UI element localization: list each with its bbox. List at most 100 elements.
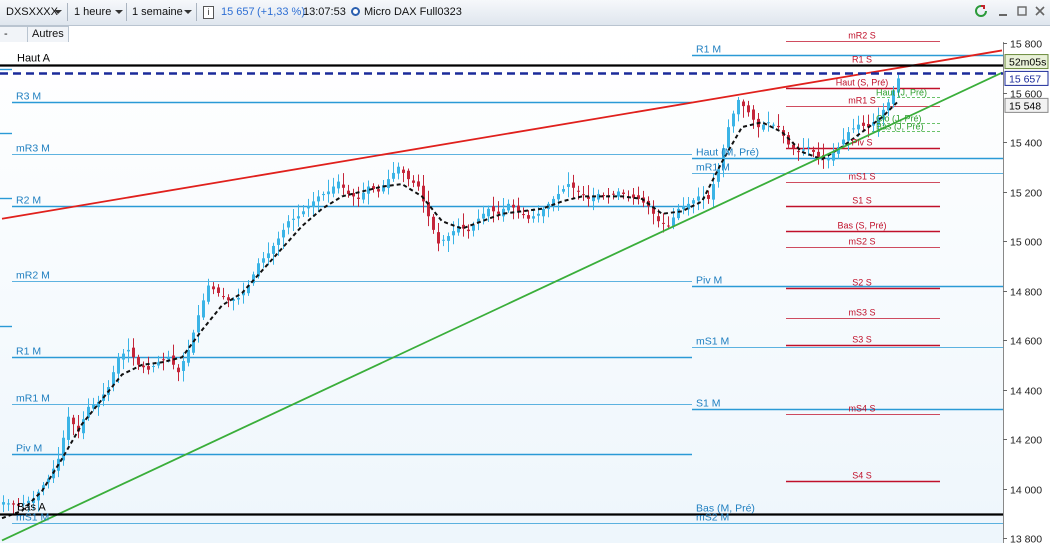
candle-body (627, 196, 630, 198)
candle-body (752, 109, 755, 120)
maximize-icon[interactable] (1016, 5, 1028, 17)
candle-body (707, 195, 710, 199)
chevron-down-icon[interactable] (115, 10, 123, 14)
candle-body (272, 245, 275, 254)
candle-body (297, 216, 300, 219)
candle-body (507, 203, 510, 211)
candle-body (547, 203, 550, 210)
interval-selector[interactable]: 1 heure (74, 4, 111, 20)
candle-body (717, 169, 720, 182)
candle-body (367, 186, 370, 194)
candle-body (252, 274, 255, 284)
range-selector[interactable]: 1 semaine (132, 4, 183, 20)
minimize-icon[interactable] (997, 5, 1009, 17)
candle-body (192, 332, 195, 353)
info-icon[interactable]: i (203, 6, 214, 19)
monthly-level-label: R2 M (16, 195, 41, 207)
candle-body (57, 458, 60, 471)
candle-body (677, 208, 680, 219)
candle-body (67, 416, 70, 440)
candle-body (202, 300, 205, 318)
weekly-level-label: S4 S (852, 471, 872, 481)
level-badge-box (1004, 97, 1049, 113)
candle-body (102, 394, 105, 401)
candle-body (97, 401, 100, 408)
candle-body (317, 196, 320, 202)
candle-body (237, 297, 240, 300)
weekly-level-label: mS1 S (848, 172, 875, 182)
daily-level-label: Clo (J, Pré) (876, 114, 922, 124)
candle-body (667, 225, 670, 227)
candle-body (482, 213, 485, 219)
candle-body (457, 226, 460, 233)
monthly-level-label: Piv M (16, 443, 42, 455)
y-tick-label: 14 200 (1010, 435, 1042, 447)
candle-body (557, 193, 560, 200)
support-trend-line (1, 71, 1003, 542)
monthly-level-label: S1 M (696, 398, 721, 410)
monthly-level-label: R1 M (16, 346, 41, 358)
candle-body (847, 132, 850, 141)
divider (126, 3, 127, 21)
candle-body (592, 196, 595, 202)
weekly-level-label: mR1 S (848, 96, 876, 106)
resistance-trend-line (1, 49, 1003, 220)
monthly-level-label: mS1 M (696, 336, 729, 348)
candle-body (172, 355, 175, 365)
candle-body (517, 205, 520, 212)
refresh-icon[interactable] (975, 5, 987, 17)
divider (196, 3, 197, 21)
candle-body (487, 208, 490, 217)
chevron-down-icon[interactable] (54, 10, 62, 14)
candle-body (637, 195, 640, 199)
candle-body (812, 149, 815, 152)
monthly-level-label: mR2 M (16, 270, 50, 282)
candle-body (817, 151, 820, 157)
tab-heikin-ashi[interactable]: -Ashi (0, 26, 31, 55)
candle-body (277, 238, 280, 245)
candle-body (452, 231, 455, 236)
candle-body (162, 359, 165, 361)
monthly-level-label: mS1 M (16, 512, 49, 524)
candle-body (137, 356, 140, 365)
weekly-level-label: mS3 S (848, 308, 875, 318)
candle-body (47, 478, 50, 483)
y-tick-label: 15 400 (1010, 138, 1042, 150)
last-price: 15 657 (221, 6, 255, 18)
candle-body (72, 417, 75, 425)
candle-body (582, 194, 585, 196)
candle-body (152, 365, 155, 367)
candle-body (757, 118, 760, 128)
instrument-icon (351, 7, 360, 16)
candle-body (242, 291, 245, 296)
candle-body (2, 502, 5, 505)
candle-body (187, 349, 190, 363)
daily-level-label: Bas (J, Pré) (876, 122, 924, 132)
candle-body (662, 222, 665, 224)
candle-body (52, 468, 55, 479)
candle-body (562, 189, 565, 192)
candle-body (177, 367, 180, 373)
candle-body (822, 155, 825, 159)
candle-body (647, 200, 650, 207)
candle-body (227, 297, 230, 301)
monthly-level-label: mR1 M (16, 393, 50, 405)
weekly-level-label: Bas (S, Pré) (837, 221, 886, 231)
candle-body (877, 117, 880, 126)
chevron-down-icon[interactable] (184, 10, 192, 14)
symbol-selector[interactable]: DXSXXXX (6, 4, 58, 20)
candle-body (702, 197, 705, 200)
candle-body (802, 149, 805, 151)
candle-body (742, 101, 745, 107)
candle-body (612, 193, 615, 195)
candle-body (332, 186, 335, 194)
weekly-level-label: mS4 S (848, 404, 875, 414)
tab-autres[interactable]: Autres (27, 26, 69, 43)
candle-body (787, 135, 790, 145)
weekly-level-label: Piv S (851, 138, 872, 148)
candle-body (122, 353, 125, 360)
weekly-level-label: Haut (S, Pré) (836, 78, 889, 88)
close-icon[interactable] (1034, 5, 1046, 17)
candle-body (512, 204, 515, 208)
candle-body (352, 193, 355, 197)
